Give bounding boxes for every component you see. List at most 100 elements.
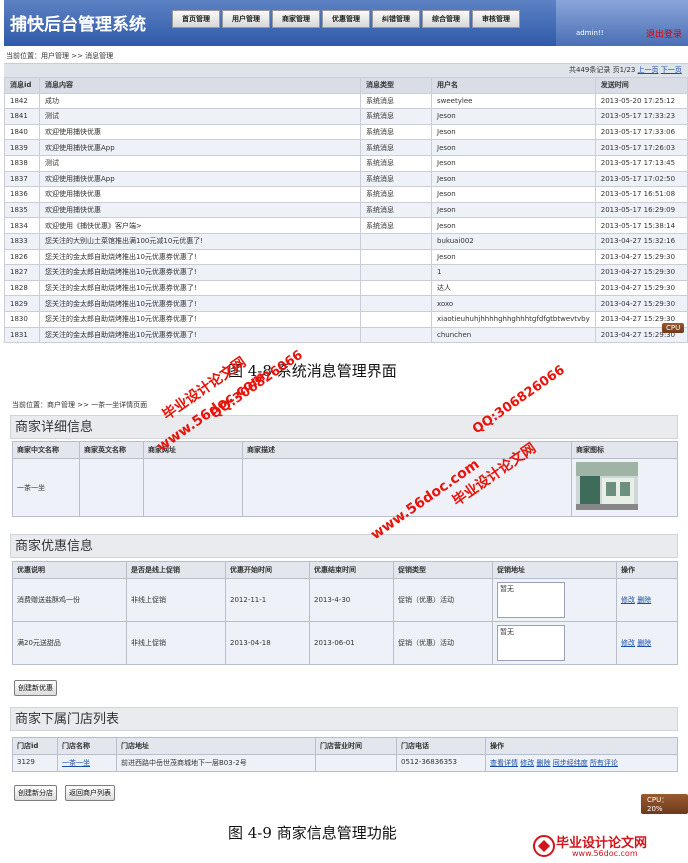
promo-online: 非线上促销 bbox=[126, 578, 226, 622]
promo-end: 2013-06-01 bbox=[309, 621, 394, 665]
message-content: 您关注的金太郎自助烧烤推出10元优惠券优惠了! bbox=[39, 310, 361, 328]
nav-general[interactable]: 综合管理 bbox=[422, 10, 470, 28]
message-type bbox=[360, 232, 432, 250]
send-time: 2013-05-17 17:33:06 bbox=[594, 123, 688, 141]
promo-row: 满20元送甜品 非线上促销 2013-04-18 2013-06-01 促销（优… bbox=[12, 621, 678, 665]
message-content: 测试 bbox=[39, 108, 361, 125]
edit-link[interactable]: 修改 bbox=[621, 596, 635, 604]
message-id: 1830 bbox=[4, 310, 40, 328]
shop-name-link[interactable]: 一茶一坐 bbox=[62, 759, 90, 767]
edit-shop-link[interactable]: 修改 bbox=[520, 759, 534, 767]
send-time: 2013-05-17 17:13:45 bbox=[594, 154, 688, 172]
next-page-link[interactable]: 下一页 bbox=[661, 66, 682, 74]
message-content: 成功 bbox=[39, 92, 361, 110]
col-icon: 商家图标 bbox=[571, 441, 678, 459]
col-shop-hours: 门店营业时间 bbox=[315, 737, 397, 755]
send-time: 2013-05-17 16:29:09 bbox=[594, 201, 688, 219]
col-ops: 操作 bbox=[616, 561, 678, 579]
col-shop-ops: 操作 bbox=[485, 737, 678, 755]
message-type: 系统消息 bbox=[360, 139, 432, 156]
message-type bbox=[360, 326, 432, 344]
message-type: 系统消息 bbox=[360, 123, 432, 141]
merchant-en-name bbox=[79, 458, 144, 517]
delete-link[interactable]: 删除 bbox=[637, 639, 651, 647]
promo-type: 促销（优惠）活动 bbox=[393, 578, 493, 622]
promo-row: 消费赠送盐酥鸡一份 非线上促销 2012-11-1 2013-4-30 促销（优… bbox=[12, 578, 678, 622]
main-nav: 首页管理 用户管理 商家管理 优惠管理 纠错管理 综合管理 审核管理 bbox=[172, 10, 520, 28]
promo-desc: 满20元送甜品 bbox=[12, 621, 127, 665]
message-content: 欢迎使用捕快优惠App bbox=[39, 139, 361, 156]
message-type: 系统消息 bbox=[360, 108, 432, 125]
prev-page-link[interactable]: 上一页 bbox=[638, 66, 659, 74]
pager-info: 共449条记录 页1/23 bbox=[569, 66, 636, 74]
message-id: 1835 bbox=[4, 201, 40, 219]
shop-table: 门店id 门店名称 门店地址 门店营业时间 门店电话 操作 3129 一茶一坐 … bbox=[12, 737, 678, 772]
table-row: 1827 您关注的金太郎自助烧烤推出10元优惠券优惠了! 1 2013-04-27 1… bbox=[4, 264, 688, 281]
table-row: 1831 您关注的金太郎自助烧烤推出10元优惠券优惠了! chunchen 2013-… bbox=[4, 326, 688, 344]
figure-caption: 图 4-9 商家信息管理功能 bbox=[228, 824, 397, 842]
nav-users[interactable]: 用户管理 bbox=[222, 10, 270, 28]
back-to-merchants-button[interactable]: 返回商户列表 bbox=[65, 785, 115, 801]
delete-link[interactable]: 删除 bbox=[637, 596, 651, 604]
all-comments-link[interactable]: 所有评论 bbox=[590, 759, 618, 767]
edit-link[interactable]: 修改 bbox=[621, 639, 635, 647]
col-send-time: 发送时间 bbox=[594, 77, 688, 94]
app-title: 捕快后台管理系统 bbox=[10, 15, 146, 35]
merchant-cn-name: 一茶一坐 bbox=[12, 458, 80, 517]
send-time: 2013-04-27 15:32:16 bbox=[594, 232, 688, 250]
message-management-screenshot: 捕快后台管理系统 首页管理 用户管理 商家管理 优惠管理 纠错管理 综合管理 审… bbox=[4, 0, 688, 352]
message-id: 1831 bbox=[4, 326, 40, 344]
message-table-body: 1842 成功 系统消息 sweetylee 2013-05-20 17:25:12 18… bbox=[4, 92, 688, 344]
message-content: 您关注的金太郎自助烧烤推出10元优惠券优惠了! bbox=[39, 326, 361, 344]
shop-list-heading: 商家下属门店列表 bbox=[10, 707, 678, 731]
table-row: 1842 成功 系统消息 sweetylee 2013-05-20 17:25:12 bbox=[4, 92, 688, 110]
message-id: 1828 bbox=[4, 279, 40, 297]
username: bukuai002 bbox=[431, 232, 596, 250]
message-content: 您关注的大别山土菜馆推出满100元减10元优惠了! bbox=[39, 232, 361, 250]
message-id: 1826 bbox=[4, 248, 40, 266]
cpu-indicator: CPU：20% bbox=[641, 794, 688, 814]
col-en-name: 商家英文名称 bbox=[79, 441, 144, 459]
current-user: admin!! bbox=[576, 29, 604, 37]
nav-corrections[interactable]: 纠错管理 bbox=[372, 10, 420, 28]
send-time: 2013-05-17 15:38:14 bbox=[594, 217, 688, 234]
sync-coords-link[interactable]: 同步经纬度 bbox=[553, 759, 588, 767]
promo-addr-cell: 暂无 bbox=[492, 621, 617, 665]
view-detail-link[interactable]: 查看详情 bbox=[490, 759, 518, 767]
table-row: 1826 您关注的金太郎自助烧烤推出10元优惠券优惠了! Jeson 2013-04-… bbox=[4, 248, 688, 266]
username: chunchen bbox=[431, 326, 596, 344]
promo-address-textarea[interactable]: 暂无 bbox=[497, 625, 565, 661]
send-time: 2013-05-17 17:02:50 bbox=[594, 170, 688, 188]
username: 达人 bbox=[431, 279, 596, 297]
col-message-type: 消息类型 bbox=[360, 77, 432, 94]
nav-review[interactable]: 审核管理 bbox=[472, 10, 520, 28]
create-promo-button[interactable]: 创建新优惠 bbox=[14, 680, 57, 696]
nav-home[interactable]: 首页管理 bbox=[172, 10, 220, 28]
shop-id: 3129 bbox=[12, 754, 58, 772]
promo-desc: 消费赠送盐酥鸡一份 bbox=[12, 578, 127, 622]
message-type: 系统消息 bbox=[360, 201, 432, 219]
nav-merchants[interactable]: 商家管理 bbox=[272, 10, 320, 28]
shop-name-cell: 一茶一坐 bbox=[57, 754, 117, 772]
nav-promotions[interactable]: 优惠管理 bbox=[322, 10, 370, 28]
message-id: 1840 bbox=[4, 123, 40, 141]
message-type: 系统消息 bbox=[360, 186, 432, 203]
promo-address-textarea[interactable]: 暂无 bbox=[497, 582, 565, 618]
username: Jeson bbox=[431, 248, 596, 266]
col-promo-desc: 优惠说明 bbox=[12, 561, 127, 579]
pager: 共449条记录 页1/23 上一页 下一页 bbox=[569, 65, 682, 75]
table-row: 1839 欢迎使用捕快优惠App 系统消息 Jeson 2013-05-17 17:26… bbox=[4, 139, 688, 156]
table-row: 1836 欢迎使用捕快优惠 系统消息 Jeson 2013-05-17 16:51:08 bbox=[4, 186, 688, 203]
message-id: 1827 bbox=[4, 264, 40, 281]
promo-start: 2012-11-1 bbox=[225, 578, 310, 622]
table-row: 1830 您关注的金太郎自助烧烤推出10元优惠券优惠了! xiaotieuhuhjh… bbox=[4, 310, 688, 328]
table-row: 1840 欢迎使用捕快优惠 系统消息 Jeson 2013-05-17 17:33:06 bbox=[4, 123, 688, 141]
logout-link[interactable]: 退出登录 bbox=[646, 27, 682, 40]
send-time: 2013-05-17 17:26:03 bbox=[594, 139, 688, 156]
delete-shop-link[interactable]: 删除 bbox=[536, 759, 550, 767]
promo-table: 优惠说明 是否是线上促销 优惠开始时间 优惠结束时间 促销类型 促销地址 操作 … bbox=[12, 561, 678, 665]
create-shop-button[interactable]: 创建新分店 bbox=[14, 785, 57, 801]
username: xiaotieuhuhjhhhhghhghhhtgfdfgtbtwevtvby bbox=[431, 310, 596, 328]
username: Jeson bbox=[431, 217, 596, 234]
col-promo-type: 促销类型 bbox=[393, 561, 493, 579]
